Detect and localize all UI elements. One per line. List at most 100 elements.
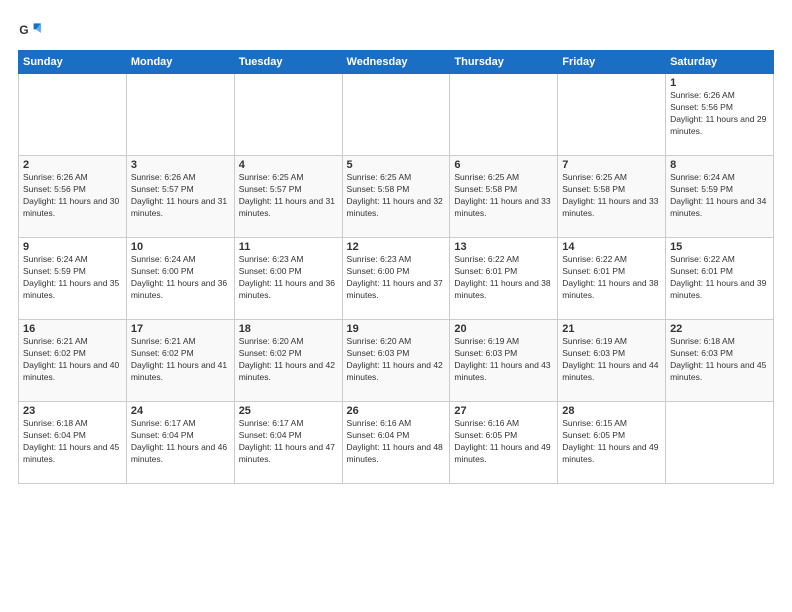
day-info: Sunrise: 6:16 AMSunset: 6:04 PMDaylight:…	[347, 418, 446, 466]
calendar-cell: 11Sunrise: 6:23 AMSunset: 6:00 PMDayligh…	[234, 238, 342, 320]
day-number: 25	[239, 405, 338, 417]
day-number: 24	[131, 405, 230, 417]
calendar-cell: 1Sunrise: 6:26 AMSunset: 5:56 PMDaylight…	[666, 74, 774, 156]
logo: G	[18, 18, 46, 42]
day-info: Sunrise: 6:25 AMSunset: 5:58 PMDaylight:…	[347, 172, 446, 220]
day-info: Sunrise: 6:26 AMSunset: 5:56 PMDaylight:…	[23, 172, 122, 220]
day-info: Sunrise: 6:17 AMSunset: 6:04 PMDaylight:…	[239, 418, 338, 466]
calendar-cell: 14Sunrise: 6:22 AMSunset: 6:01 PMDayligh…	[558, 238, 666, 320]
calendar-header-sunday: Sunday	[19, 51, 127, 74]
calendar-cell: 7Sunrise: 6:25 AMSunset: 5:58 PMDaylight…	[558, 156, 666, 238]
day-number: 21	[562, 323, 661, 335]
calendar-cell: 4Sunrise: 6:25 AMSunset: 5:57 PMDaylight…	[234, 156, 342, 238]
day-info: Sunrise: 6:22 AMSunset: 6:01 PMDaylight:…	[562, 254, 661, 302]
calendar-week-1: 1Sunrise: 6:26 AMSunset: 5:56 PMDaylight…	[19, 74, 774, 156]
day-number: 16	[23, 323, 122, 335]
day-number: 22	[670, 323, 769, 335]
calendar-cell: 28Sunrise: 6:15 AMSunset: 6:05 PMDayligh…	[558, 402, 666, 484]
calendar-cell: 5Sunrise: 6:25 AMSunset: 5:58 PMDaylight…	[342, 156, 450, 238]
day-number: 1	[670, 77, 769, 89]
calendar-cell: 3Sunrise: 6:26 AMSunset: 5:57 PMDaylight…	[126, 156, 234, 238]
calendar-cell: 12Sunrise: 6:23 AMSunset: 6:00 PMDayligh…	[342, 238, 450, 320]
day-info: Sunrise: 6:20 AMSunset: 6:02 PMDaylight:…	[239, 336, 338, 384]
calendar-cell: 6Sunrise: 6:25 AMSunset: 5:58 PMDaylight…	[450, 156, 558, 238]
day-number: 12	[347, 241, 446, 253]
day-number: 14	[562, 241, 661, 253]
day-number: 2	[23, 159, 122, 171]
calendar-cell	[19, 74, 127, 156]
calendar-week-4: 16Sunrise: 6:21 AMSunset: 6:02 PMDayligh…	[19, 320, 774, 402]
day-number: 10	[131, 241, 230, 253]
calendar-cell: 8Sunrise: 6:24 AMSunset: 5:59 PMDaylight…	[666, 156, 774, 238]
day-info: Sunrise: 6:24 AMSunset: 6:00 PMDaylight:…	[131, 254, 230, 302]
calendar-header-tuesday: Tuesday	[234, 51, 342, 74]
day-info: Sunrise: 6:24 AMSunset: 5:59 PMDaylight:…	[670, 172, 769, 220]
day-number: 11	[239, 241, 338, 253]
day-number: 4	[239, 159, 338, 171]
calendar-cell: 18Sunrise: 6:20 AMSunset: 6:02 PMDayligh…	[234, 320, 342, 402]
day-info: Sunrise: 6:24 AMSunset: 5:59 PMDaylight:…	[23, 254, 122, 302]
day-info: Sunrise: 6:26 AMSunset: 5:56 PMDaylight:…	[670, 90, 769, 138]
day-number: 17	[131, 323, 230, 335]
day-info: Sunrise: 6:19 AMSunset: 6:03 PMDaylight:…	[562, 336, 661, 384]
calendar-week-3: 9Sunrise: 6:24 AMSunset: 5:59 PMDaylight…	[19, 238, 774, 320]
calendar-cell	[450, 74, 558, 156]
calendar-cell: 23Sunrise: 6:18 AMSunset: 6:04 PMDayligh…	[19, 402, 127, 484]
day-info: Sunrise: 6:23 AMSunset: 6:00 PMDaylight:…	[239, 254, 338, 302]
day-number: 18	[239, 323, 338, 335]
day-number: 7	[562, 159, 661, 171]
calendar-cell: 13Sunrise: 6:22 AMSunset: 6:01 PMDayligh…	[450, 238, 558, 320]
calendar: SundayMondayTuesdayWednesdayThursdayFrid…	[18, 50, 774, 484]
day-info: Sunrise: 6:20 AMSunset: 6:03 PMDaylight:…	[347, 336, 446, 384]
calendar-cell: 2Sunrise: 6:26 AMSunset: 5:56 PMDaylight…	[19, 156, 127, 238]
logo-icon: G	[18, 18, 42, 42]
calendar-cell: 9Sunrise: 6:24 AMSunset: 5:59 PMDaylight…	[19, 238, 127, 320]
day-info: Sunrise: 6:22 AMSunset: 6:01 PMDaylight:…	[454, 254, 553, 302]
header: G	[18, 18, 774, 42]
day-info: Sunrise: 6:22 AMSunset: 6:01 PMDaylight:…	[670, 254, 769, 302]
day-number: 27	[454, 405, 553, 417]
day-info: Sunrise: 6:16 AMSunset: 6:05 PMDaylight:…	[454, 418, 553, 466]
calendar-cell: 10Sunrise: 6:24 AMSunset: 6:00 PMDayligh…	[126, 238, 234, 320]
day-info: Sunrise: 6:18 AMSunset: 6:03 PMDaylight:…	[670, 336, 769, 384]
day-info: Sunrise: 6:17 AMSunset: 6:04 PMDaylight:…	[131, 418, 230, 466]
day-number: 13	[454, 241, 553, 253]
day-number: 23	[23, 405, 122, 417]
svg-text:G: G	[19, 23, 28, 37]
calendar-header-thursday: Thursday	[450, 51, 558, 74]
day-number: 9	[23, 241, 122, 253]
calendar-cell: 22Sunrise: 6:18 AMSunset: 6:03 PMDayligh…	[666, 320, 774, 402]
calendar-header-row: SundayMondayTuesdayWednesdayThursdayFrid…	[19, 51, 774, 74]
day-number: 28	[562, 405, 661, 417]
day-info: Sunrise: 6:25 AMSunset: 5:58 PMDaylight:…	[562, 172, 661, 220]
calendar-cell: 16Sunrise: 6:21 AMSunset: 6:02 PMDayligh…	[19, 320, 127, 402]
calendar-cell: 27Sunrise: 6:16 AMSunset: 6:05 PMDayligh…	[450, 402, 558, 484]
day-number: 26	[347, 405, 446, 417]
day-number: 6	[454, 159, 553, 171]
calendar-cell	[342, 74, 450, 156]
day-number: 19	[347, 323, 446, 335]
day-number: 3	[131, 159, 230, 171]
calendar-cell: 21Sunrise: 6:19 AMSunset: 6:03 PMDayligh…	[558, 320, 666, 402]
day-info: Sunrise: 6:26 AMSunset: 5:57 PMDaylight:…	[131, 172, 230, 220]
calendar-cell	[558, 74, 666, 156]
day-info: Sunrise: 6:23 AMSunset: 6:00 PMDaylight:…	[347, 254, 446, 302]
day-info: Sunrise: 6:18 AMSunset: 6:04 PMDaylight:…	[23, 418, 122, 466]
day-info: Sunrise: 6:21 AMSunset: 6:02 PMDaylight:…	[23, 336, 122, 384]
calendar-cell: 24Sunrise: 6:17 AMSunset: 6:04 PMDayligh…	[126, 402, 234, 484]
calendar-header-monday: Monday	[126, 51, 234, 74]
calendar-cell: 15Sunrise: 6:22 AMSunset: 6:01 PMDayligh…	[666, 238, 774, 320]
day-number: 8	[670, 159, 769, 171]
calendar-header-saturday: Saturday	[666, 51, 774, 74]
calendar-cell: 20Sunrise: 6:19 AMSunset: 6:03 PMDayligh…	[450, 320, 558, 402]
calendar-week-5: 23Sunrise: 6:18 AMSunset: 6:04 PMDayligh…	[19, 402, 774, 484]
calendar-header-wednesday: Wednesday	[342, 51, 450, 74]
day-info: Sunrise: 6:15 AMSunset: 6:05 PMDaylight:…	[562, 418, 661, 466]
day-info: Sunrise: 6:19 AMSunset: 6:03 PMDaylight:…	[454, 336, 553, 384]
calendar-cell	[666, 402, 774, 484]
day-number: 15	[670, 241, 769, 253]
calendar-cell: 25Sunrise: 6:17 AMSunset: 6:04 PMDayligh…	[234, 402, 342, 484]
day-number: 5	[347, 159, 446, 171]
day-number: 20	[454, 323, 553, 335]
calendar-cell	[126, 74, 234, 156]
